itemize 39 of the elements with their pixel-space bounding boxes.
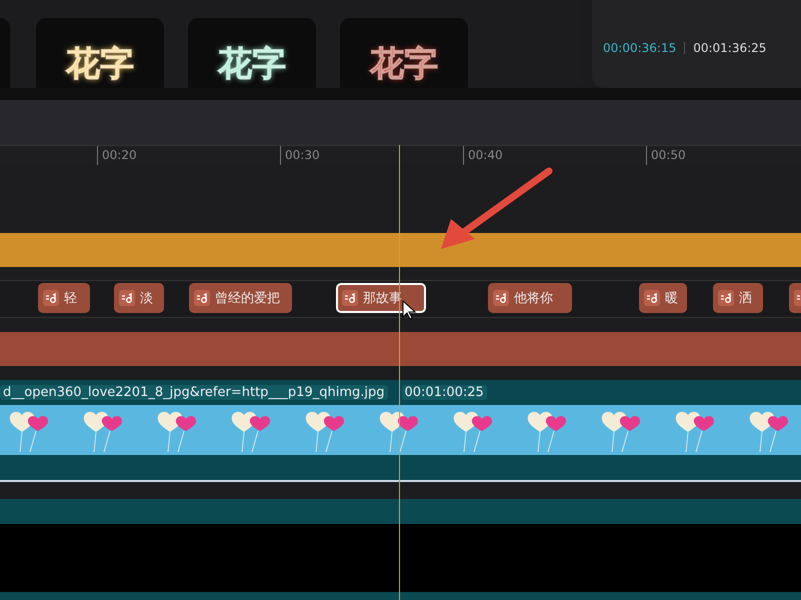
balloon-thumbnail bbox=[740, 405, 801, 455]
music-note-icon bbox=[718, 290, 734, 306]
text-preset-tile[interactable]: 花字 bbox=[340, 18, 468, 88]
lyric-text: 淡 bbox=[140, 290, 153, 307]
audio-track-clip[interactable] bbox=[0, 332, 801, 366]
lyric-clip[interactable]: 暖 bbox=[639, 283, 687, 313]
music-note-icon bbox=[119, 290, 135, 306]
ruler-label: 00:20 bbox=[97, 146, 280, 165]
playhead-line[interactable] bbox=[399, 145, 400, 600]
lyric-text: 轻 bbox=[64, 290, 77, 307]
track-clip[interactable] bbox=[0, 499, 801, 524]
music-note-icon bbox=[644, 290, 660, 306]
text-preset-tile[interactable]: 花字 bbox=[188, 18, 316, 88]
lyric-clip[interactable]: 洒 bbox=[713, 283, 763, 313]
lyric-clip[interactable]: 曾经的爱把 bbox=[189, 283, 292, 313]
text-preset-label: 花字 bbox=[218, 44, 286, 84]
clip-filename: d__open360_love2201_8_jpg&refer=http___p19_qhimg.jpg bbox=[0, 385, 388, 400]
lyric-text: 洒 bbox=[739, 290, 752, 307]
total-timecode: 00:01:36:25 bbox=[693, 41, 766, 55]
ruler-label: 00:50 bbox=[646, 146, 801, 165]
music-note-icon bbox=[43, 290, 59, 306]
lyric-clip[interactable]: 淡 bbox=[114, 283, 164, 313]
text-preset-label: 花字 bbox=[370, 44, 438, 84]
lyric-text: 曾经的爱把 bbox=[215, 290, 280, 307]
music-note-icon bbox=[194, 290, 210, 306]
ruler-label: 00:40 bbox=[463, 146, 646, 165]
mouse-pointer-icon bbox=[402, 300, 416, 320]
lyric-clip[interactable]: 他将你 bbox=[488, 283, 572, 313]
clip-duration: 00:01:00:25 bbox=[402, 385, 487, 400]
music-note-icon bbox=[493, 290, 509, 306]
text-preset-tile[interactable]: 花字 bbox=[36, 18, 164, 88]
current-timecode: 00:00:36:15 bbox=[603, 41, 676, 55]
lyric-text: 他将你 bbox=[514, 290, 553, 307]
text-preset-label: 花字 bbox=[66, 44, 134, 84]
lyric-text: 暖 bbox=[665, 290, 678, 307]
music-note-icon bbox=[342, 290, 358, 306]
video-clip[interactable]: d__open360_love2201_8_jpg&refer=http___p19_qhimg.jpg 00:01:00:25 bbox=[0, 380, 801, 482]
effect-track-clip[interactable] bbox=[0, 233, 801, 267]
lyric-clip[interactable]: 轻 bbox=[38, 283, 90, 313]
